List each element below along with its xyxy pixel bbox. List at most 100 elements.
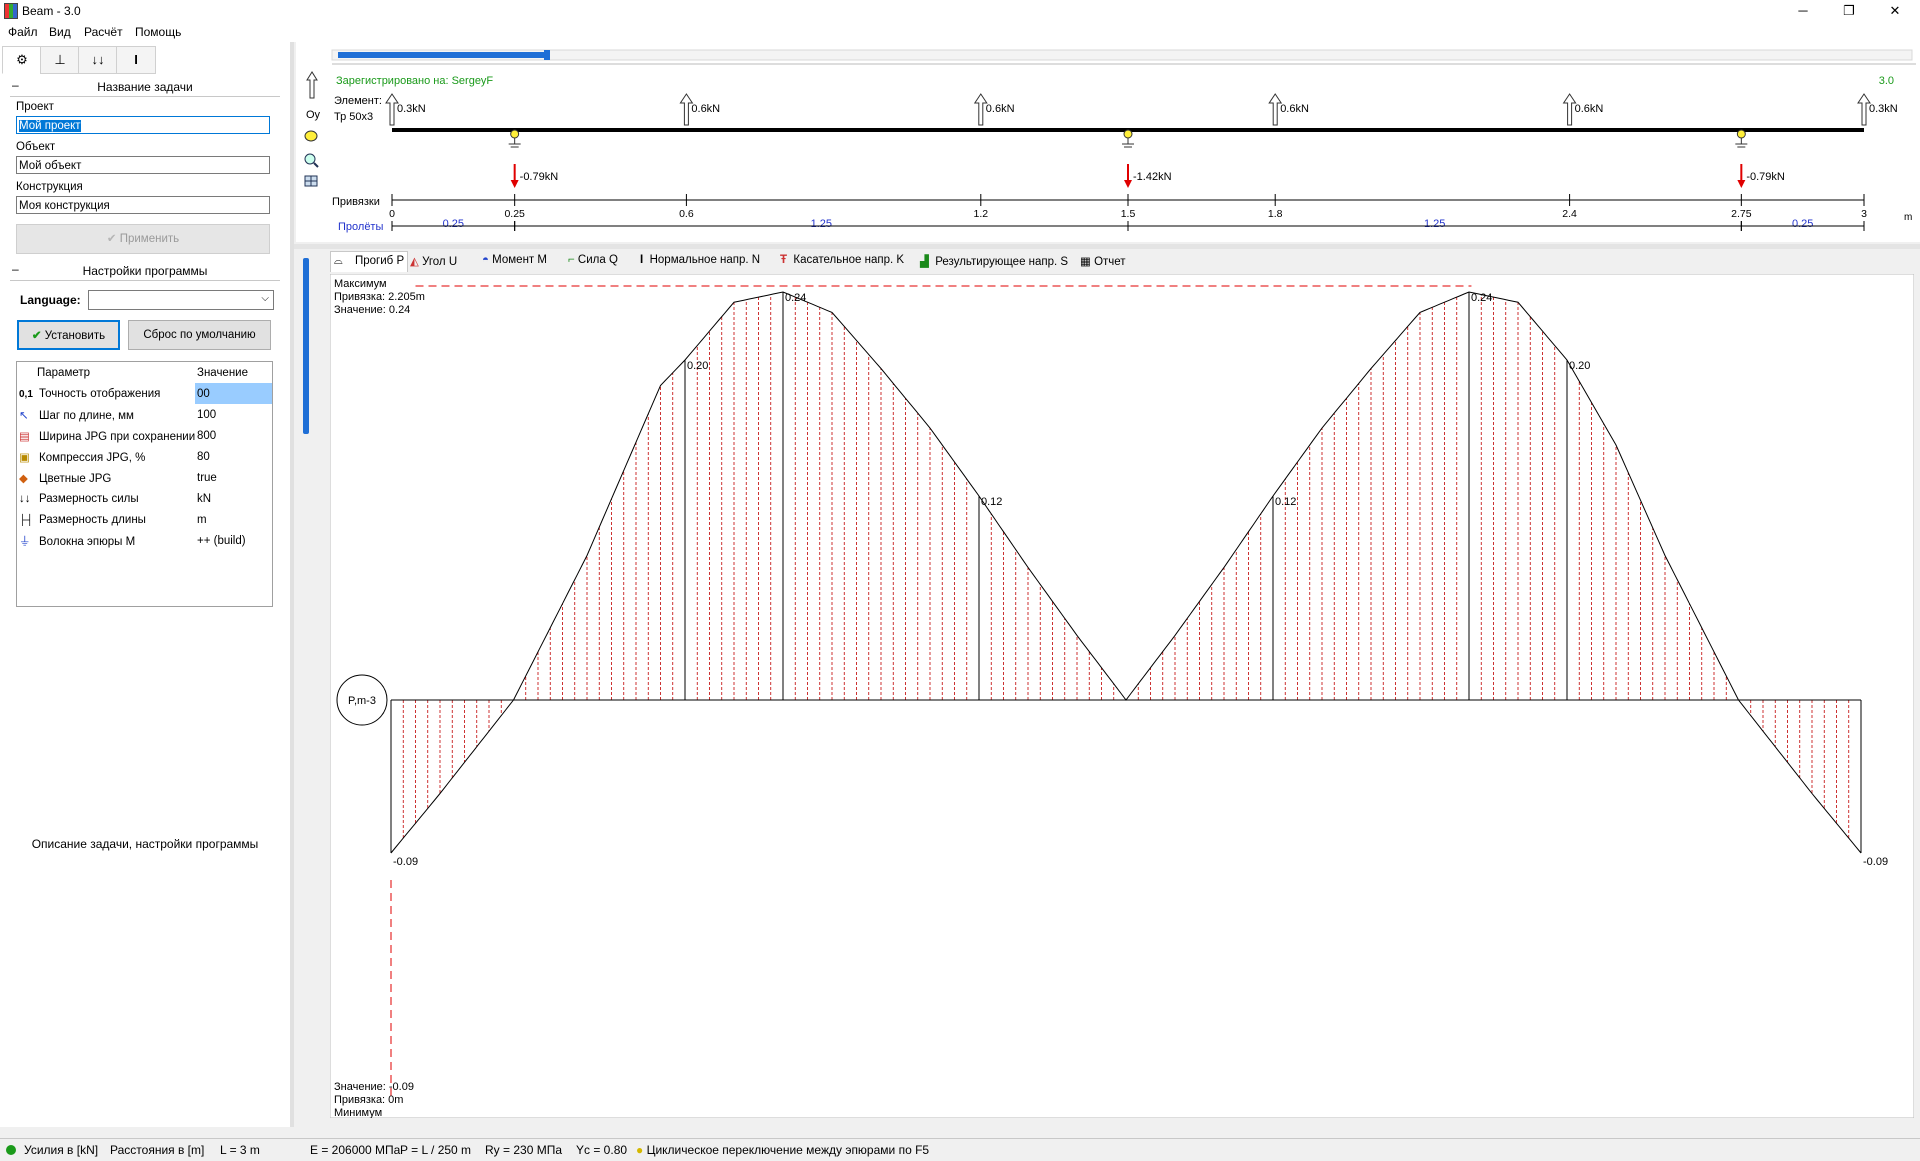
upward-load-label: 0.3kN — [397, 103, 426, 115]
tab-deflection[interactable]: ⌓ Прогиб P — [330, 251, 408, 272]
tab-label: Прогиб P — [355, 255, 405, 267]
beam-scheme: Зарегистрировано на: SergeyF 3.0 Oy Элем… — [296, 42, 1920, 242]
status-forces: Усилия в [kN] — [24, 1143, 99, 1157]
tab-normal-stress[interactable]: I Нормальное напр. N — [640, 254, 760, 266]
table-row[interactable]: ├┤ Размерность длины m — [17, 509, 272, 530]
param-value[interactable]: true — [195, 467, 272, 488]
param-name: Шаг по длине, мм — [39, 409, 134, 422]
param-name: Размерность длины — [39, 513, 146, 526]
param-name: Ширина JPG при сохранении, р — [39, 430, 195, 443]
object-input[interactable]: Мой объект — [16, 156, 270, 174]
max-title: Максимум — [334, 278, 387, 290]
collapse-icon[interactable]: – — [12, 262, 19, 276]
minimize-button[interactable]: ─ — [1780, 0, 1826, 22]
loads-icon: ↓↓ — [91, 52, 105, 67]
table-row[interactable]: 0,1 Точность отображения 00 — [17, 383, 272, 404]
close-button[interactable]: ✕ — [1872, 0, 1918, 22]
status-deflection-limit: P = L / 250 m — [400, 1143, 472, 1157]
ordinate-label: 0.24 — [785, 292, 806, 304]
construction-input[interactable]: Моя конструкция — [16, 196, 270, 214]
comment-icon[interactable] — [304, 130, 318, 142]
version-text: 3.0 — [1879, 75, 1894, 87]
project-input[interactable]: Мой проект — [16, 116, 270, 134]
binding-tick-label: 1.8 — [1268, 208, 1283, 220]
tab-section[interactable]: I — [116, 46, 156, 74]
table-row[interactable]: ▣ Компрессия JPG, % 80 — [17, 446, 272, 467]
upward-load-label: 0.3kN — [1869, 103, 1898, 115]
table-row[interactable]: ◆ Цветные JPG true — [17, 467, 272, 488]
window-title: Beam - 3.0 — [22, 4, 81, 18]
table-row[interactable]: ↖ Шаг по длине, мм 100 — [17, 404, 272, 425]
menu-help[interactable]: Помощь — [135, 25, 181, 39]
chevron-down-icon: ⌵ — [261, 293, 269, 304]
upward-load-label: 0.6kN — [1280, 103, 1309, 115]
tab-angle[interactable]: ◭ Угол U — [410, 254, 457, 268]
param-name: Компрессия JPG, % — [39, 451, 146, 464]
tab-settings[interactable]: ⚙ — [2, 46, 42, 74]
span-label: 0.25 — [1792, 218, 1813, 230]
menu-calc[interactable]: Расчёт — [84, 25, 123, 39]
tab-moment[interactable]: ◓ Момент M — [482, 254, 547, 266]
upward-load-label: 0.6kN — [1575, 103, 1604, 115]
reset-defaults-button[interactable]: Сброс по умолчанию — [128, 320, 271, 350]
panel-description: Описание задачи, настройки программы — [31, 837, 259, 851]
tab-resultant-stress[interactable]: ▟ Результирующее напр. S — [920, 254, 1068, 268]
table-row[interactable]: ⏚ Волокна эпюры М ++ (build) — [17, 530, 272, 551]
ordinate-label: -0.09 — [393, 856, 418, 868]
ordinate-label: 0.20 — [687, 360, 708, 372]
status-hint-text: Циклическое переключение между эпюрами п… — [646, 1143, 930, 1157]
menu-view[interactable]: Вид — [49, 25, 71, 39]
table-row[interactable]: ▤ Ширина JPG при сохранении, р 800 — [17, 425, 272, 446]
ibeam-icon: I — [640, 254, 644, 266]
upward-load-label: 0.6kN — [691, 103, 720, 115]
reaction-label: -0.79kN — [520, 171, 559, 183]
scroll-slider[interactable] — [338, 52, 546, 58]
collapse-icon[interactable]: – — [12, 78, 19, 92]
language-select[interactable]: ⌵ — [88, 290, 274, 310]
binding-tick-label: 1.2 — [973, 208, 988, 220]
param-value[interactable]: m — [195, 509, 272, 530]
shear-stress-icon: Ŧ — [780, 254, 788, 266]
menu-file[interactable]: Файл — [8, 25, 38, 39]
table-row[interactable]: ↓↓ Размерность силы kN — [17, 488, 272, 509]
tab-label: Сила Q — [577, 254, 618, 266]
ordinate-label: 0.24 — [1471, 292, 1492, 304]
ordinate-label: 0.12 — [1275, 496, 1296, 508]
install-button[interactable]: ✔ Установить — [17, 320, 120, 350]
apply-label: Применить — [119, 233, 180, 245]
params-header-value: Значение — [197, 366, 248, 379]
tab-beam[interactable]: ⊥ — [40, 46, 80, 74]
ordinate-label: 0.20 — [1569, 360, 1590, 372]
param-value[interactable]: ++ (build) — [195, 530, 272, 551]
param-value[interactable]: 80 — [195, 446, 272, 467]
param-value[interactable]: kN — [195, 488, 272, 509]
param-value[interactable]: 100 — [195, 404, 272, 425]
table-icon[interactable] — [304, 175, 318, 187]
check-icon: ✔ — [106, 233, 117, 245]
apply-button[interactable]: ✔ Применить — [16, 224, 270, 254]
badge-text: P,m-3 — [348, 695, 376, 707]
splitter-horizontal[interactable] — [294, 244, 1920, 249]
binding-tick-label: 0.6 — [679, 208, 694, 220]
param-value[interactable]: 800 — [195, 425, 272, 446]
shear-icon: ⌐ — [568, 254, 575, 266]
deflection-diagram: -0.09 0.20 0.24 0.12 0.12 0.24 0.20 -0.09 P,m-3… — [330, 274, 1914, 1118]
vertical-slider[interactable] — [303, 258, 309, 434]
param-name: Волокна эпюры М — [39, 535, 136, 548]
gear-icon: ⚙ — [16, 52, 28, 67]
tab-shear[interactable]: ⌐ Сила Q — [568, 254, 618, 266]
param-value[interactable]: 00 — [195, 383, 272, 404]
splitter[interactable] — [290, 42, 294, 1127]
tab-report[interactable]: ▦ Отчет — [1080, 254, 1126, 268]
unit-label: m — [1904, 212, 1912, 223]
binding-tick-label: 3 — [1861, 208, 1867, 220]
status-bar: Усилия в [kN] Расстояния в [m] L = 3 m E… — [0, 1138, 1920, 1161]
maximize-button[interactable]: ❐ — [1826, 0, 1872, 22]
min-value: Значение: -0.09 — [334, 1081, 414, 1093]
scroll-thumb[interactable] — [544, 50, 550, 60]
tab-loads[interactable]: ↓↓ — [78, 46, 118, 74]
status-modulus: E = 206000 МПа — [310, 1143, 401, 1157]
tab-shear-stress[interactable]: Ŧ Касательное напр. K — [780, 254, 904, 266]
section-title: Название задачи — [97, 80, 193, 94]
status-distances: Расстояния в [m] — [110, 1143, 205, 1157]
